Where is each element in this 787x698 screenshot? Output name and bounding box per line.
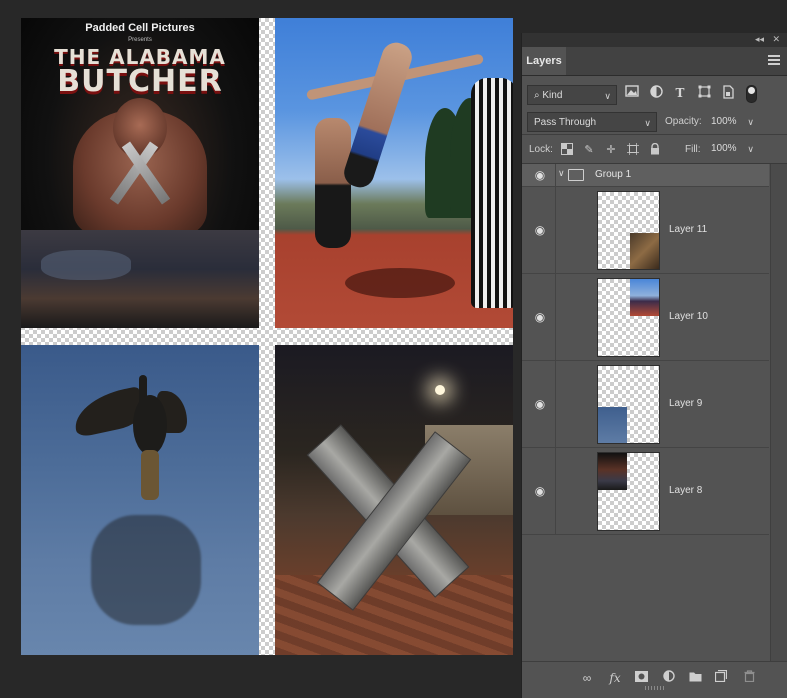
wrestling-photo: [275, 18, 513, 328]
smart-object-filter-icon[interactable]: [720, 85, 736, 101]
lock-row: Lock: ✎ ✛ Fill: 100% ∨: [522, 137, 787, 161]
poster-title-line2: BUTCHER: [57, 64, 223, 99]
thumbnail-wrestling: [630, 279, 659, 316]
filter-row: ⌕ Kind ∨ T: [522, 83, 787, 107]
layer-row-layer-10[interactable]: ◉ Layer 10: [522, 274, 769, 361]
layer-row-layer-8[interactable]: ◉ Layer 8: [522, 448, 769, 535]
lock-label: Lock:: [529, 144, 553, 155]
layer-row-layer-9[interactable]: ◉ Layer 9: [522, 361, 769, 448]
layer-thumbnail: [597, 365, 660, 444]
wrestler-standing: [315, 118, 351, 248]
thumbnail-sculpture: [630, 233, 659, 269]
wrestler-jumping: [340, 39, 416, 191]
delete-layer-icon[interactable]: [740, 669, 758, 687]
chevron-down-icon: ∨: [644, 118, 651, 128]
eye-icon[interactable]: ◉: [532, 222, 548, 238]
bird-reflection: [91, 515, 201, 625]
group-name: Group 1: [595, 169, 632, 180]
close-panel-icon[interactable]: ✕: [772, 34, 780, 45]
eye-icon[interactable]: ◉: [532, 396, 548, 412]
opacity-value: 100%: [711, 116, 737, 127]
thumbnail-cormorant: [598, 407, 627, 443]
eye-icon[interactable]: ◉: [532, 167, 548, 183]
panel-menu-icon[interactable]: [768, 55, 780, 65]
lock-image-pixels-icon[interactable]: ✎: [582, 143, 596, 157]
chevron-down-icon: ∨: [747, 144, 754, 154]
bird-body: [133, 395, 167, 455]
chevron-down-icon[interactable]: ∨: [558, 168, 565, 179]
filter-toggle[interactable]: [746, 85, 757, 103]
layer-thumbnail: [597, 452, 660, 531]
folder-icon: [568, 169, 584, 181]
blend-mode-value: Pass Through: [534, 117, 597, 128]
fill-field[interactable]: 100% ∨: [705, 139, 759, 159]
lock-all-icon[interactable]: [648, 142, 662, 157]
visibility-column: ◉: [522, 274, 556, 360]
new-group-icon[interactable]: [686, 669, 704, 687]
chevron-down-icon: ∨: [747, 117, 754, 127]
visibility-column: ◉: [522, 187, 556, 273]
layers-panel: ◂◂ ✕ Layers ⌕ Kind ∨ T Pass Through ∨ Op…: [521, 33, 787, 698]
blend-row: Pass Through ∨ Opacity: 100% ∨: [522, 110, 787, 135]
cormorant-photo: [21, 345, 259, 655]
wooden-post: [141, 450, 159, 500]
layer-row-layer-11[interactable]: ◉ Layer 11: [522, 187, 769, 274]
new-layer-icon[interactable]: [712, 669, 730, 687]
brick-paving: [275, 575, 513, 655]
panel-tab-bar: Layers: [522, 47, 787, 76]
shape-filter-icon[interactable]: [696, 85, 712, 101]
layer-thumbnail: [597, 191, 660, 270]
opacity-label: Opacity:: [665, 116, 702, 127]
panel-title-bar[interactable]: ◂◂ ✕: [522, 33, 787, 47]
tab-layers[interactable]: Layers: [522, 47, 566, 75]
adjustment-layer-icon[interactable]: [660, 669, 678, 687]
add-mask-icon[interactable]: [632, 669, 650, 687]
poster-studio-text: Padded Cell Pictures: [85, 22, 195, 34]
layer-thumbnail: [597, 278, 660, 357]
layer-name: Layer 10: [669, 311, 708, 322]
sculpture-photo: [275, 345, 513, 655]
victims-pile: [21, 230, 259, 328]
pixel-filter-icon[interactable]: [624, 85, 640, 101]
layer-name: Layer 9: [669, 398, 703, 409]
lock-artboard-icon[interactable]: [626, 143, 640, 157]
poster-image: Padded Cell Pictures Presents THE ALABAM…: [21, 18, 259, 328]
layer-list-scrollbar[interactable]: [770, 164, 787, 662]
type-filter-icon[interactable]: T: [672, 85, 688, 101]
layer-name: Layer 11: [669, 224, 708, 235]
layer-name: Layer 8: [669, 485, 703, 496]
chevron-down-icon: ∨: [604, 91, 611, 101]
layer-list[interactable]: ◉ ∨ Group 1 ◉ Layer 11 ◉ Layer 10 ◉ Laye…: [522, 163, 787, 662]
eye-icon[interactable]: ◉: [532, 483, 548, 499]
blend-mode-select[interactable]: Pass Through ∨: [527, 112, 657, 132]
document-canvas[interactable]: Padded Cell Pictures Presents THE ALABAM…: [21, 18, 513, 655]
search-icon: ⌕: [534, 90, 540, 101]
fx-icon[interactable]: fx: [606, 669, 624, 687]
visibility-column: ◉: [522, 448, 556, 534]
visibility-column: ◉: [522, 164, 556, 186]
referee: [471, 78, 513, 308]
lock-transparent-pixels-icon[interactable]: [560, 143, 574, 157]
canvas-area[interactable]: Padded Cell Pictures Presents THE ALABAM…: [0, 0, 520, 698]
filter-kind-label: Kind: [542, 90, 563, 101]
visibility-column: ◉: [522, 361, 556, 447]
street-lamp: [435, 385, 445, 395]
filter-kind-select[interactable]: ⌕ Kind ∨: [527, 85, 617, 105]
thumbnail-poster: [598, 453, 627, 490]
collapse-panel-icon[interactable]: ◂◂: [755, 34, 764, 45]
adjustment-filter-icon[interactable]: [648, 85, 664, 101]
lock-position-icon[interactable]: ✛: [604, 143, 618, 157]
fill-label: Fill:: [685, 144, 701, 155]
opacity-field[interactable]: 100% ∨: [705, 112, 759, 132]
wrestler-shadow: [345, 268, 455, 298]
eye-icon[interactable]: ◉: [532, 309, 548, 325]
poster-presents-text: Presents: [128, 37, 152, 43]
fill-value: 100%: [711, 143, 737, 154]
layer-group-row[interactable]: ◉ ∨ Group 1: [522, 164, 769, 187]
butcher-head: [113, 98, 167, 158]
link-layers-icon[interactable]: ∞: [578, 669, 596, 687]
panel-resize-grip[interactable]: [645, 686, 665, 690]
